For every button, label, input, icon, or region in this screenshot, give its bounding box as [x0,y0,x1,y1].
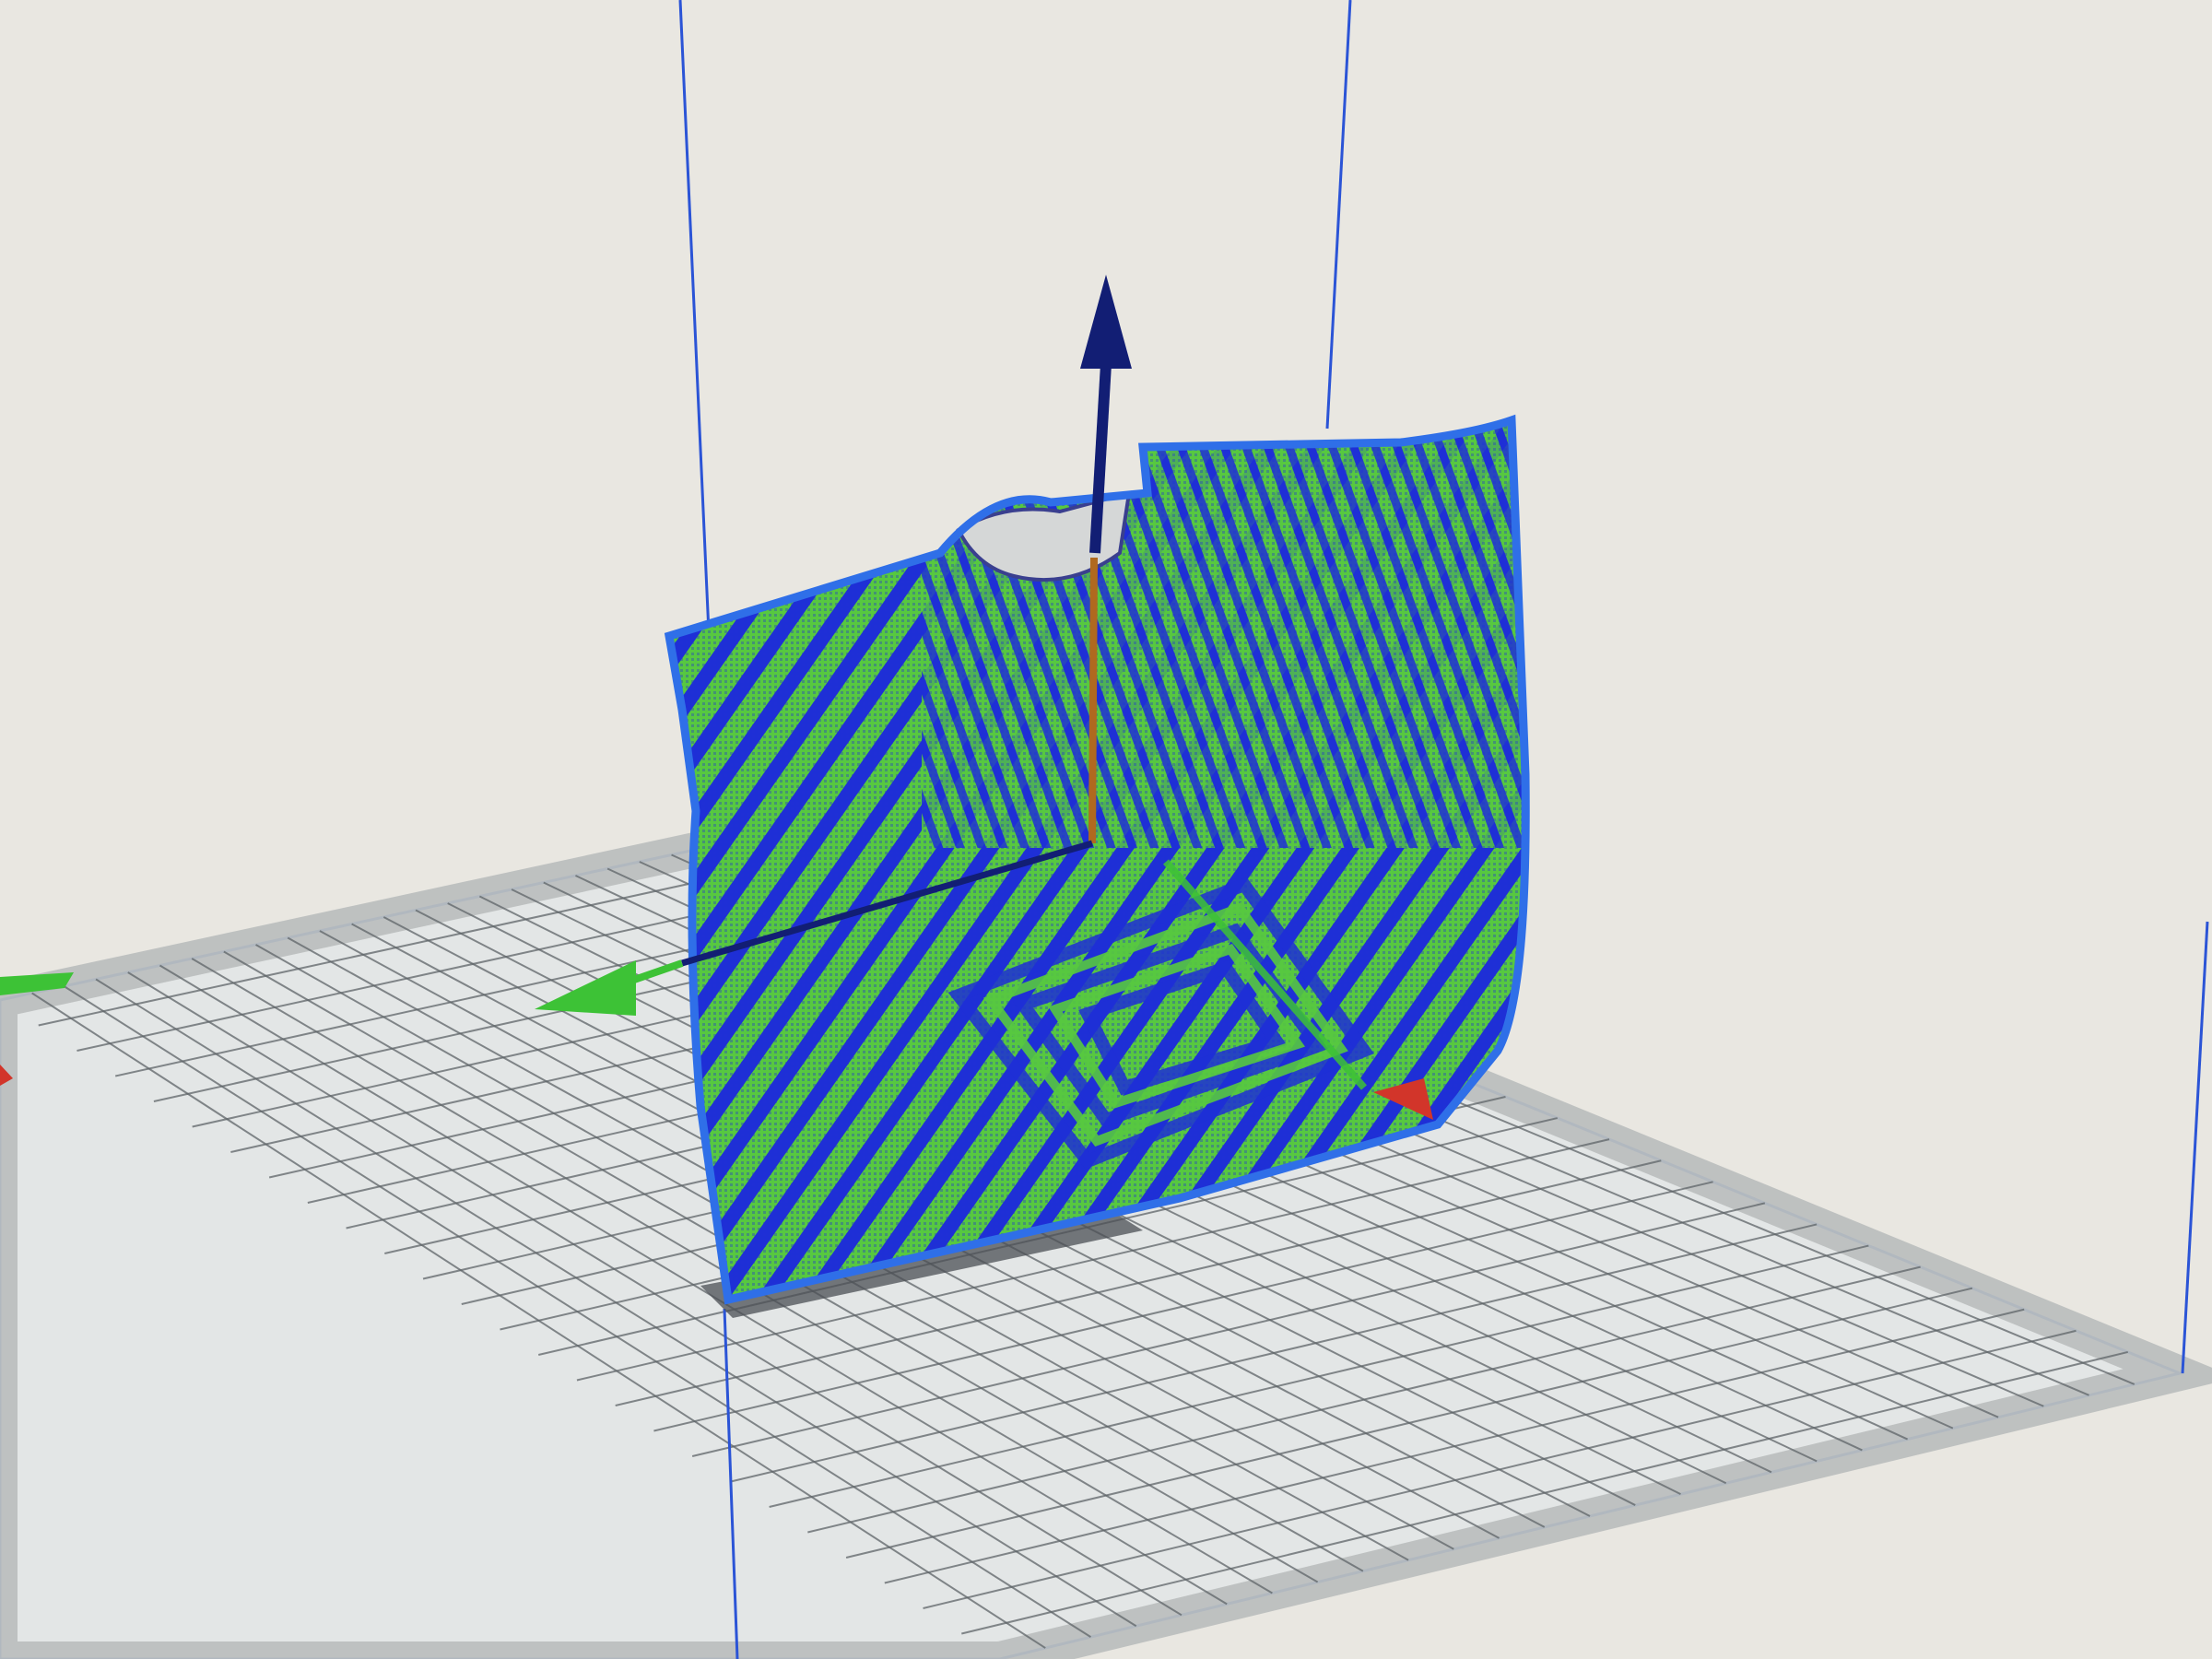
z-axis-stem [1088,557,1098,844]
z-axis-arrow[interactable] [1080,275,1132,369]
scene-canvas[interactable] [0,0,2212,1659]
3d-viewport[interactable] [0,0,2212,1659]
